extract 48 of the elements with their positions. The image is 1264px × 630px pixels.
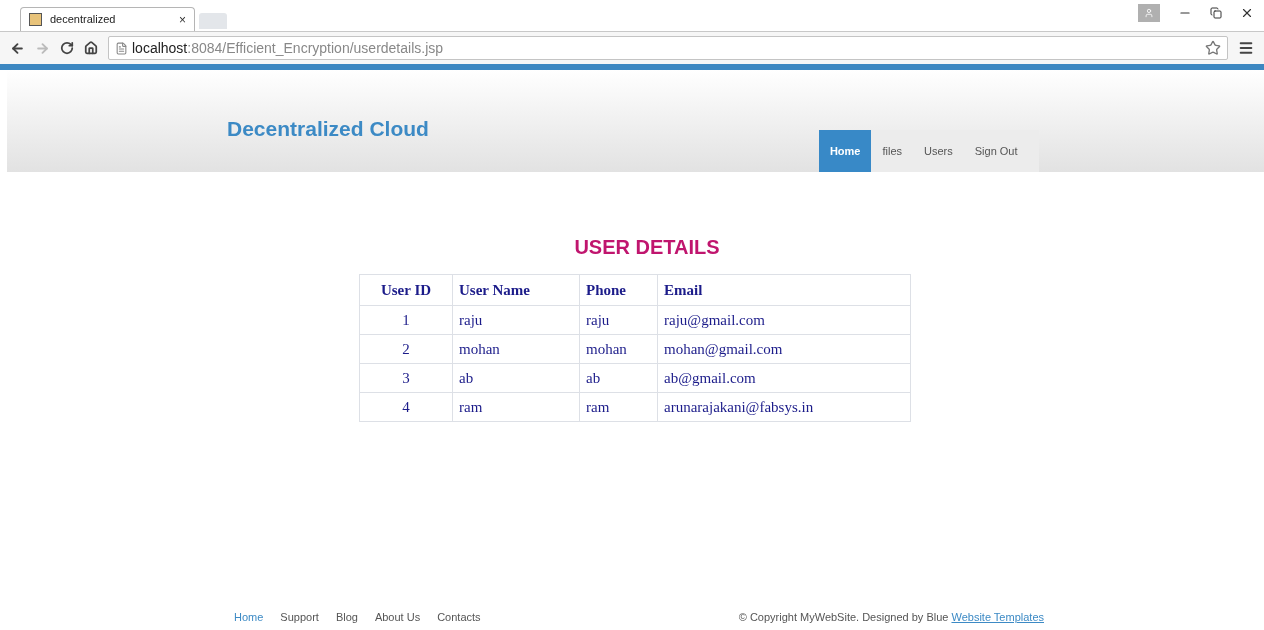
- table-cell: ram: [452, 392, 580, 422]
- table-cell: 2: [359, 334, 453, 364]
- column-header: User Name: [452, 274, 580, 306]
- table-cell: 4: [359, 392, 453, 422]
- footer-link[interactable]: Contacts: [437, 608, 481, 626]
- page-icon: [115, 41, 128, 55]
- tab-title: decentralized: [50, 12, 117, 28]
- copyright-text: © Copyright MyWebSite. Designed by Blue Website Templates: [738, 609, 1044, 625]
- table-cell: ab: [452, 363, 580, 393]
- footer-link[interactable]: Home: [234, 608, 264, 626]
- footer-link[interactable]: About Us: [374, 608, 421, 626]
- table-cell: 3: [359, 363, 453, 393]
- website-templates-link[interactable]: Website Templates: [951, 610, 1044, 623]
- table-cell: ab: [579, 363, 658, 393]
- table-cell: mohan@gmail.com: [657, 334, 911, 364]
- column-header: Phone: [579, 274, 658, 306]
- menu-icon[interactable]: [1238, 40, 1254, 56]
- column-header: User ID: [359, 274, 453, 306]
- person-icon: [1144, 8, 1154, 18]
- table-cell: raju: [579, 305, 658, 335]
- url-text: localhost:8084/Efficient_Encryption/userdetails.jsp: [132, 38, 444, 58]
- table-cell: raju@gmail.com: [657, 305, 911, 335]
- footer-link[interactable]: Blog: [335, 608, 358, 626]
- reload-icon[interactable]: [60, 41, 74, 55]
- nav-tab[interactable]: files: [871, 130, 913, 172]
- nav-tab[interactable]: Users: [913, 130, 964, 172]
- back-icon[interactable]: [10, 40, 25, 56]
- table-cell: mohan: [452, 334, 580, 364]
- table-cell: arunarajakani@fabsys.in: [657, 392, 911, 422]
- nav-tab[interactable]: Home: [818, 130, 872, 172]
- page-heading: USER DETAILS: [574, 235, 720, 260]
- table-cell: ab@gmail.com: [657, 363, 911, 393]
- column-header: Email: [657, 274, 911, 306]
- restore-icon[interactable]: [1210, 7, 1222, 19]
- table-cell: 1: [359, 305, 453, 335]
- address-bar[interactable]: localhost:8084/Efficient_Encryption/userdetails.jsp: [108, 36, 1228, 60]
- close-icon[interactable]: [1240, 6, 1254, 20]
- footer-link[interactable]: Support: [280, 608, 319, 626]
- site-title: Decentralized Cloud: [227, 115, 429, 142]
- nav-tab[interactable]: Sign Out: [963, 130, 1029, 172]
- browser-tab[interactable]: decentralized ×: [20, 7, 195, 31]
- home-icon[interactable]: [84, 41, 98, 55]
- bookmark-star-icon[interactable]: [1205, 40, 1221, 56]
- favicon-icon: [29, 13, 42, 26]
- tab-close-button[interactable]: ×: [179, 10, 186, 29]
- table-cell: mohan: [579, 334, 658, 364]
- table-cell: ram: [579, 392, 658, 422]
- table-cell: raju: [452, 305, 580, 335]
